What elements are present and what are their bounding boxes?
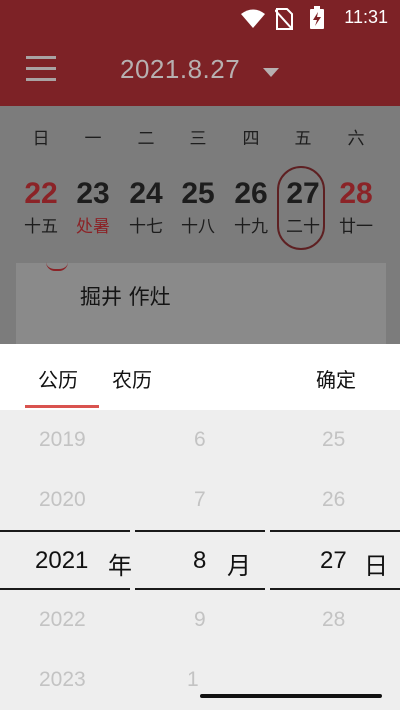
app-header: 2021.8.27 xyxy=(0,36,400,106)
lunar-date: 十五 xyxy=(24,217,58,237)
calendar-day[interactable]: 25 十八 xyxy=(172,176,224,237)
weekday-label: 四 xyxy=(242,129,260,149)
no-sim-icon xyxy=(275,8,293,30)
lunar-date: 十七 xyxy=(129,217,163,237)
weekday-label: 一 xyxy=(84,129,102,149)
calendar-day[interactable]: 22 十五 xyxy=(15,176,67,237)
weekday-label: 三 xyxy=(189,129,207,149)
tab-solar-calendar[interactable]: 公历 xyxy=(38,364,78,393)
month-selected-row[interactable]: 8 月 xyxy=(135,530,265,590)
calendar-day[interactable]: 23 处暑 xyxy=(67,176,119,237)
day-number: 23 xyxy=(76,177,110,210)
day-number: 26 xyxy=(234,177,268,210)
lunar-date: 十八 xyxy=(181,217,215,237)
almanac-text: 掘井 作灶 xyxy=(80,285,171,309)
wheel-item[interactable]: 29 xyxy=(322,668,382,692)
month-unit: 月 xyxy=(227,552,251,580)
active-tab-indicator xyxy=(25,405,99,408)
calendar-day[interactable]: 24 十七 xyxy=(120,176,172,237)
solar-term-label: 处暑 xyxy=(76,217,110,237)
battery-charging-icon xyxy=(310,6,324,29)
home-indicator[interactable] xyxy=(200,694,382,698)
day-number: 22 xyxy=(24,177,58,210)
date-picker-sheet: 公历 农历 确定 2019 2020 2021 年 2022 2023 6 7 … xyxy=(0,344,400,710)
wheel-item[interactable]: 28 xyxy=(322,608,382,632)
day-number: 24 xyxy=(129,177,163,210)
almanac-card xyxy=(16,263,386,344)
weekday-label: 五 xyxy=(294,129,312,149)
selected-year: 2021 xyxy=(35,547,89,574)
day-number: 25 xyxy=(181,177,215,210)
status-bar: 11:31 xyxy=(0,0,400,36)
day-wheel[interactable]: 25 26 27 日 28 29 xyxy=(270,410,400,710)
year-unit: 年 xyxy=(108,552,132,580)
wheel-item[interactable]: 26 xyxy=(322,488,382,512)
calendar-day[interactable]: 28 廿一 xyxy=(330,176,382,237)
lunar-date: 廿一 xyxy=(339,217,373,237)
day-number: 28 xyxy=(339,177,373,210)
wheel-item[interactable]: 7 xyxy=(194,488,234,512)
weekday-label: 二 xyxy=(137,129,155,149)
weekday-label: 六 xyxy=(347,129,365,149)
year-selected-row[interactable]: 2021 年 xyxy=(0,530,132,590)
page-title[interactable]: 2021.8.27 xyxy=(120,54,240,85)
calendar-type-tabs: 公历 农历 确定 xyxy=(0,344,400,410)
month-wheel[interactable]: 6 7 8 月 9 1 xyxy=(135,410,265,710)
tab-lunar-calendar[interactable]: 农历 xyxy=(112,364,152,393)
lunar-date: 十九 xyxy=(234,217,268,237)
weekday-label: 日 xyxy=(32,129,50,149)
wheel-item[interactable]: 6 xyxy=(194,428,234,452)
year-wheel[interactable]: 2019 2020 2021 年 2022 2023 xyxy=(0,410,132,710)
wheel-item[interactable]: 25 xyxy=(322,428,382,452)
caret-down-icon[interactable] xyxy=(263,68,279,77)
status-time: 11:31 xyxy=(344,7,388,27)
selected-month: 8 xyxy=(193,547,207,574)
day-selected-row[interactable]: 27 日 xyxy=(270,530,400,590)
hamburger-menu-icon[interactable] xyxy=(26,56,56,82)
wheel-item[interactable]: 1 xyxy=(187,668,227,692)
selected-day-ring xyxy=(277,166,325,250)
wheel-item[interactable]: 9 xyxy=(194,608,234,632)
confirm-button[interactable]: 确定 xyxy=(316,364,356,393)
selected-day: 27 xyxy=(320,547,347,574)
calendar-day[interactable]: 26 十九 xyxy=(225,176,277,237)
wifi-icon xyxy=(241,9,265,28)
day-unit: 日 xyxy=(364,552,388,580)
